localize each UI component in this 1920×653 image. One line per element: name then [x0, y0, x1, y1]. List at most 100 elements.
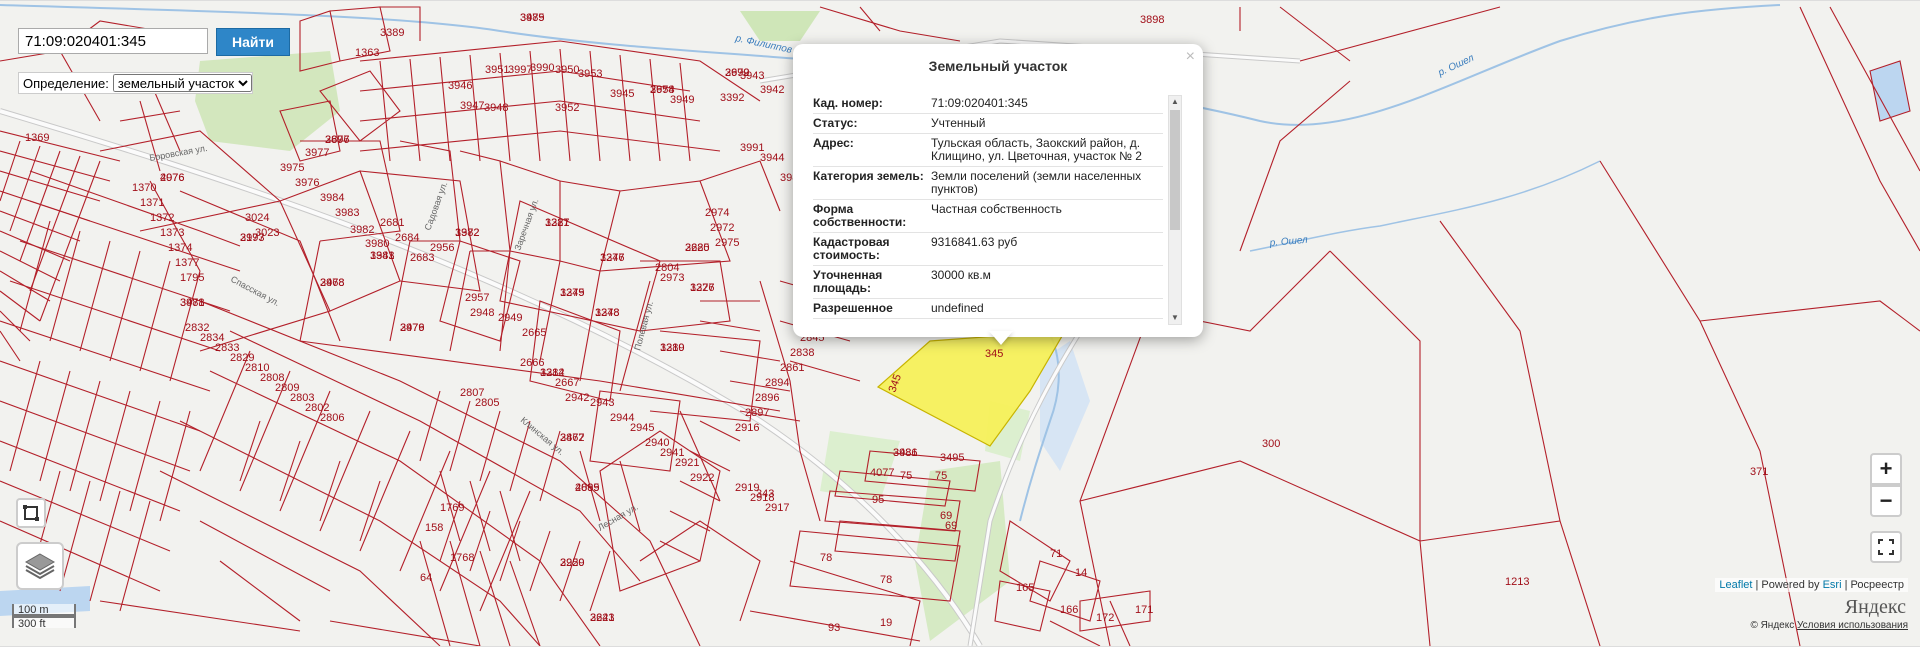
- parcel-label: 2916: [735, 422, 759, 434]
- find-button[interactable]: Найти: [216, 28, 290, 56]
- parcel-label: 93: [828, 622, 840, 634]
- popup-row-key: Кадастровая стоимость:: [813, 235, 890, 262]
- parcel-label: 3952: [555, 102, 579, 114]
- parcel-label: 2838: [790, 347, 814, 359]
- parcel-label: 1768: [450, 552, 474, 564]
- attribution: Leaflet | Powered by Esri | Росреестр: [1715, 578, 1908, 592]
- popup-row-value: Тульская область, Заокский район, д. Кли…: [931, 136, 1142, 163]
- popup-row: Разрешенное undefined: [813, 299, 1163, 319]
- cadastral-search-input[interactable]: [18, 28, 208, 54]
- parcel-label: 3942: [760, 84, 784, 96]
- parcel-label: 1376: [600, 252, 624, 264]
- parcel-label: 345: [985, 348, 1003, 360]
- scroll-down-icon[interactable]: ▼: [1169, 312, 1181, 324]
- parcel-label: 2806: [320, 412, 344, 424]
- parcel-label: 3976: [295, 177, 319, 189]
- parcel-label: 3220: [560, 557, 584, 569]
- popup-row: Уточненная площадь: 30000 кв.м: [813, 266, 1163, 299]
- parcel-label: 371: [1750, 466, 1768, 478]
- popup-row-value: undefined: [931, 301, 984, 315]
- popup-row: Адрес: Тульская область, Заокский район, …: [813, 134, 1163, 167]
- zoom-in-button[interactable]: +: [1870, 453, 1902, 485]
- parcel-label: 3980: [365, 238, 389, 250]
- parcel-label: 14: [1075, 567, 1087, 579]
- parcel-label: 69: [945, 520, 957, 532]
- parcel-label: 1371: [140, 197, 164, 209]
- popup-row: Категория земель: Земли поселений (земли …: [813, 167, 1163, 200]
- popup-row: Кадастровая стоимость: 9316841.63 руб: [813, 233, 1163, 266]
- parcel-label: 3979: [520, 12, 544, 24]
- popup-row: Статус: Учтенный: [813, 114, 1163, 134]
- parcel-label: 300: [1262, 438, 1280, 450]
- parcel-label: 2917: [765, 502, 789, 514]
- river-label: р. Филиппов: [733, 33, 793, 56]
- parcel-label: 3898: [1140, 14, 1164, 26]
- parcel-label: 2949: [498, 312, 522, 324]
- draw-rectangle-button[interactable]: [16, 498, 46, 528]
- parcel-label: 2957: [465, 292, 489, 304]
- popup-row-key: Разрешенное: [813, 301, 893, 315]
- draw-rectangle-icon: [23, 505, 39, 521]
- parcel-label: 3997: [508, 64, 532, 76]
- parcel-label: 2681: [380, 217, 404, 229]
- parcel-label: 1380: [660, 342, 684, 354]
- parcel-label: 3221: [590, 612, 614, 624]
- fullscreen-button[interactable]: [1870, 531, 1902, 563]
- definition-select[interactable]: земельный участок: [112, 74, 252, 92]
- parcel-label: 171: [1135, 604, 1153, 616]
- parcel-label: 2975: [715, 237, 739, 249]
- parcel-label: 2974: [705, 207, 729, 219]
- scale-metric: 100 m: [12, 604, 76, 616]
- popup-row-value: 30000 кв.м: [931, 268, 991, 282]
- parcel-label: 75: [935, 470, 947, 482]
- parcel-label: 3990: [530, 62, 554, 74]
- terms-link[interactable]: Условия использования: [1797, 620, 1908, 631]
- river-label: р. Ошел: [1436, 53, 1476, 80]
- popup-row-value: Земли поселений (земли населенных пункто…: [931, 169, 1142, 196]
- parcel-label: 2979: [400, 322, 424, 334]
- parcel-label: 1382: [455, 227, 479, 239]
- parcel-label: 2896: [755, 392, 779, 404]
- parcel-label: 71: [1050, 548, 1062, 560]
- parcel-label: 2684: [395, 232, 419, 244]
- popup-row-value: 9316841.63 руб: [931, 235, 1018, 249]
- parcel-label: 2976: [160, 172, 184, 184]
- layers-icon: [24, 553, 56, 580]
- popup-properties: Кад. номер: 71:09:020401:345 Статус: Учтенн…: [813, 94, 1163, 322]
- parcel-label: 345: [887, 373, 905, 394]
- parcel-label: 4089: [575, 482, 599, 494]
- parcel-label: 1384: [540, 367, 564, 379]
- parcel-label: 1769: [440, 502, 464, 514]
- parcel-label: 2972: [710, 222, 734, 234]
- parcel-label: 1374: [168, 242, 192, 254]
- popup-row-key: Статус:: [813, 116, 858, 130]
- parcel-label: 3982: [350, 224, 374, 236]
- popup-row: Форма собственности: Частная собственност…: [813, 200, 1163, 233]
- zoom-out-button[interactable]: −: [1870, 485, 1902, 517]
- parcel-label: 165: [1016, 582, 1034, 594]
- esri-link[interactable]: Esri: [1823, 579, 1842, 591]
- parcel-label: 2897: [745, 407, 769, 419]
- parcel-label: 3392: [720, 92, 744, 104]
- parcel-label: 2943: [590, 397, 614, 409]
- parcel-label: 1379: [560, 287, 584, 299]
- parcel-label: 2861: [780, 362, 804, 374]
- scroll-thumb[interactable]: [1170, 110, 1180, 230]
- popup-scrollbar[interactable]: ▲ ▼: [1168, 95, 1182, 325]
- yandex-logo: Яндекс: [1844, 596, 1906, 618]
- leaflet-link[interactable]: Leaflet: [1719, 579, 1752, 591]
- parcel-label: 1381: [545, 217, 569, 229]
- popup-row-key: Форма собственности:: [813, 202, 907, 229]
- parcel-label: 1372: [150, 212, 174, 224]
- parcel-label: 78: [820, 552, 832, 564]
- parcel-label: 172: [1096, 612, 1114, 624]
- parcel-label: 1363: [355, 47, 379, 59]
- popup-title: Земельный участок: [928, 58, 1068, 74]
- scroll-up-icon[interactable]: ▲: [1169, 96, 1181, 108]
- layers-button[interactable]: [16, 542, 64, 590]
- parcel-label: 2677: [325, 134, 349, 146]
- parcel-label: 1373: [160, 227, 184, 239]
- parcel-label: 2665: [522, 327, 546, 339]
- parcel-label: 158: [425, 522, 443, 534]
- parcel-label: 3947: [460, 100, 484, 112]
